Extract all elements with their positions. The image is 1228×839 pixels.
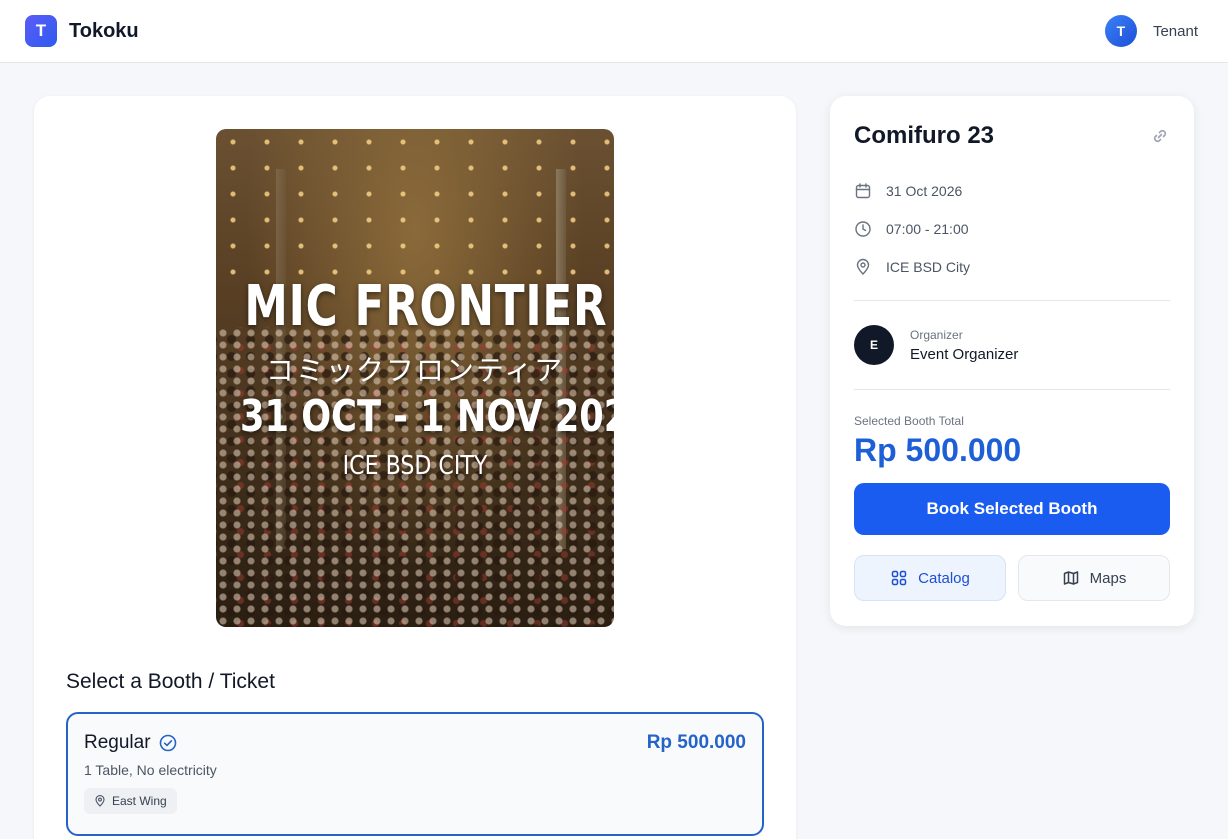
map-icon [1062,569,1080,587]
poster-subtitle: コミックフロンティア [265,354,565,387]
catalog-button-label: Catalog [918,569,970,587]
link-icon[interactable] [1150,126,1170,146]
event-time: 07:00 - 21:00 [886,221,969,237]
maps-button-label: Maps [1089,569,1127,587]
ticket-option-regular[interactable]: Regular Rp 500.000 1 Table, No electrici… [66,712,764,836]
user-name: Tenant [1152,22,1198,40]
organizer-name: Event Organizer [910,345,1019,363]
secondary-actions: Catalog Maps [854,555,1170,601]
grid-icon [890,569,908,587]
event-title: Comifuro 23 [854,122,995,149]
ticket-price: Rp 500.000 [646,732,746,753]
poster-venue: ICE BSD CITY [342,451,488,481]
booth-section-title: Select a Booth / Ticket [66,670,275,693]
organizer-info: Organizer Event Organizer [910,328,1018,363]
map-pin-icon [854,258,872,276]
ticket-description: 1 Table, No electricity [84,762,217,778]
organizer-label: Organizer [910,327,963,342]
maps-button[interactable]: Maps [1018,555,1170,601]
booking-summary-card: Comifuro 23 31 Oct 2026 07:00 - 21:00 IC… [830,96,1194,626]
ticket-location-badge: East Wing [84,788,177,814]
total-value: Rp 500.000 [854,432,1022,468]
event-venue-row: ICE BSD City [854,248,1170,286]
total-label: Selected Booth Total [854,414,964,428]
event-header: Comifuro 23 [854,122,1170,150]
ticket-name: Regular [84,732,151,753]
top-navbar: T Tokoku T Tenant [0,0,1228,63]
ticket-location: East Wing [112,794,167,808]
divider [854,389,1170,390]
map-pin-icon [94,795,106,807]
organizer-avatar: E [854,325,894,365]
clock-icon [854,220,872,238]
book-selected-booth-button[interactable]: Book Selected Booth [854,483,1170,535]
poster-dates: 31 OCT - 1 NOV 2026 [240,391,614,442]
catalog-button[interactable]: Catalog [854,555,1006,601]
poster-title: MIC FRONTIER [244,274,608,339]
organizer-block[interactable]: E Organizer Event Organizer [854,301,1170,389]
event-meta: 31 Oct 2026 07:00 - 21:00 ICE BSD City [854,172,1170,286]
brand-logo: T [25,15,57,47]
brand-name: Tokoku [69,19,139,42]
avatar: T [1104,15,1137,47]
user-menu[interactable]: T Tenant [1104,15,1198,47]
event-date-row: 31 Oct 2026 [854,172,1170,210]
calendar-icon [854,182,872,200]
event-date: 31 Oct 2026 [886,183,963,199]
event-poster-image: MIC FRONTIER コミックフロンティア 31 OCT - 1 NOV 2… [216,129,614,627]
brand[interactable]: T Tokoku [25,15,139,47]
event-time-row: 07:00 - 21:00 [854,210,1170,248]
event-detail-card: MIC FRONTIER コミックフロンティア 31 OCT - 1 NOV 2… [34,96,796,839]
check-circle-icon [159,734,177,752]
ticket-name-wrap: Regular [84,732,177,754]
event-venue: ICE BSD City [886,259,971,275]
ticket-header: Regular Rp 500.000 [84,732,746,754]
